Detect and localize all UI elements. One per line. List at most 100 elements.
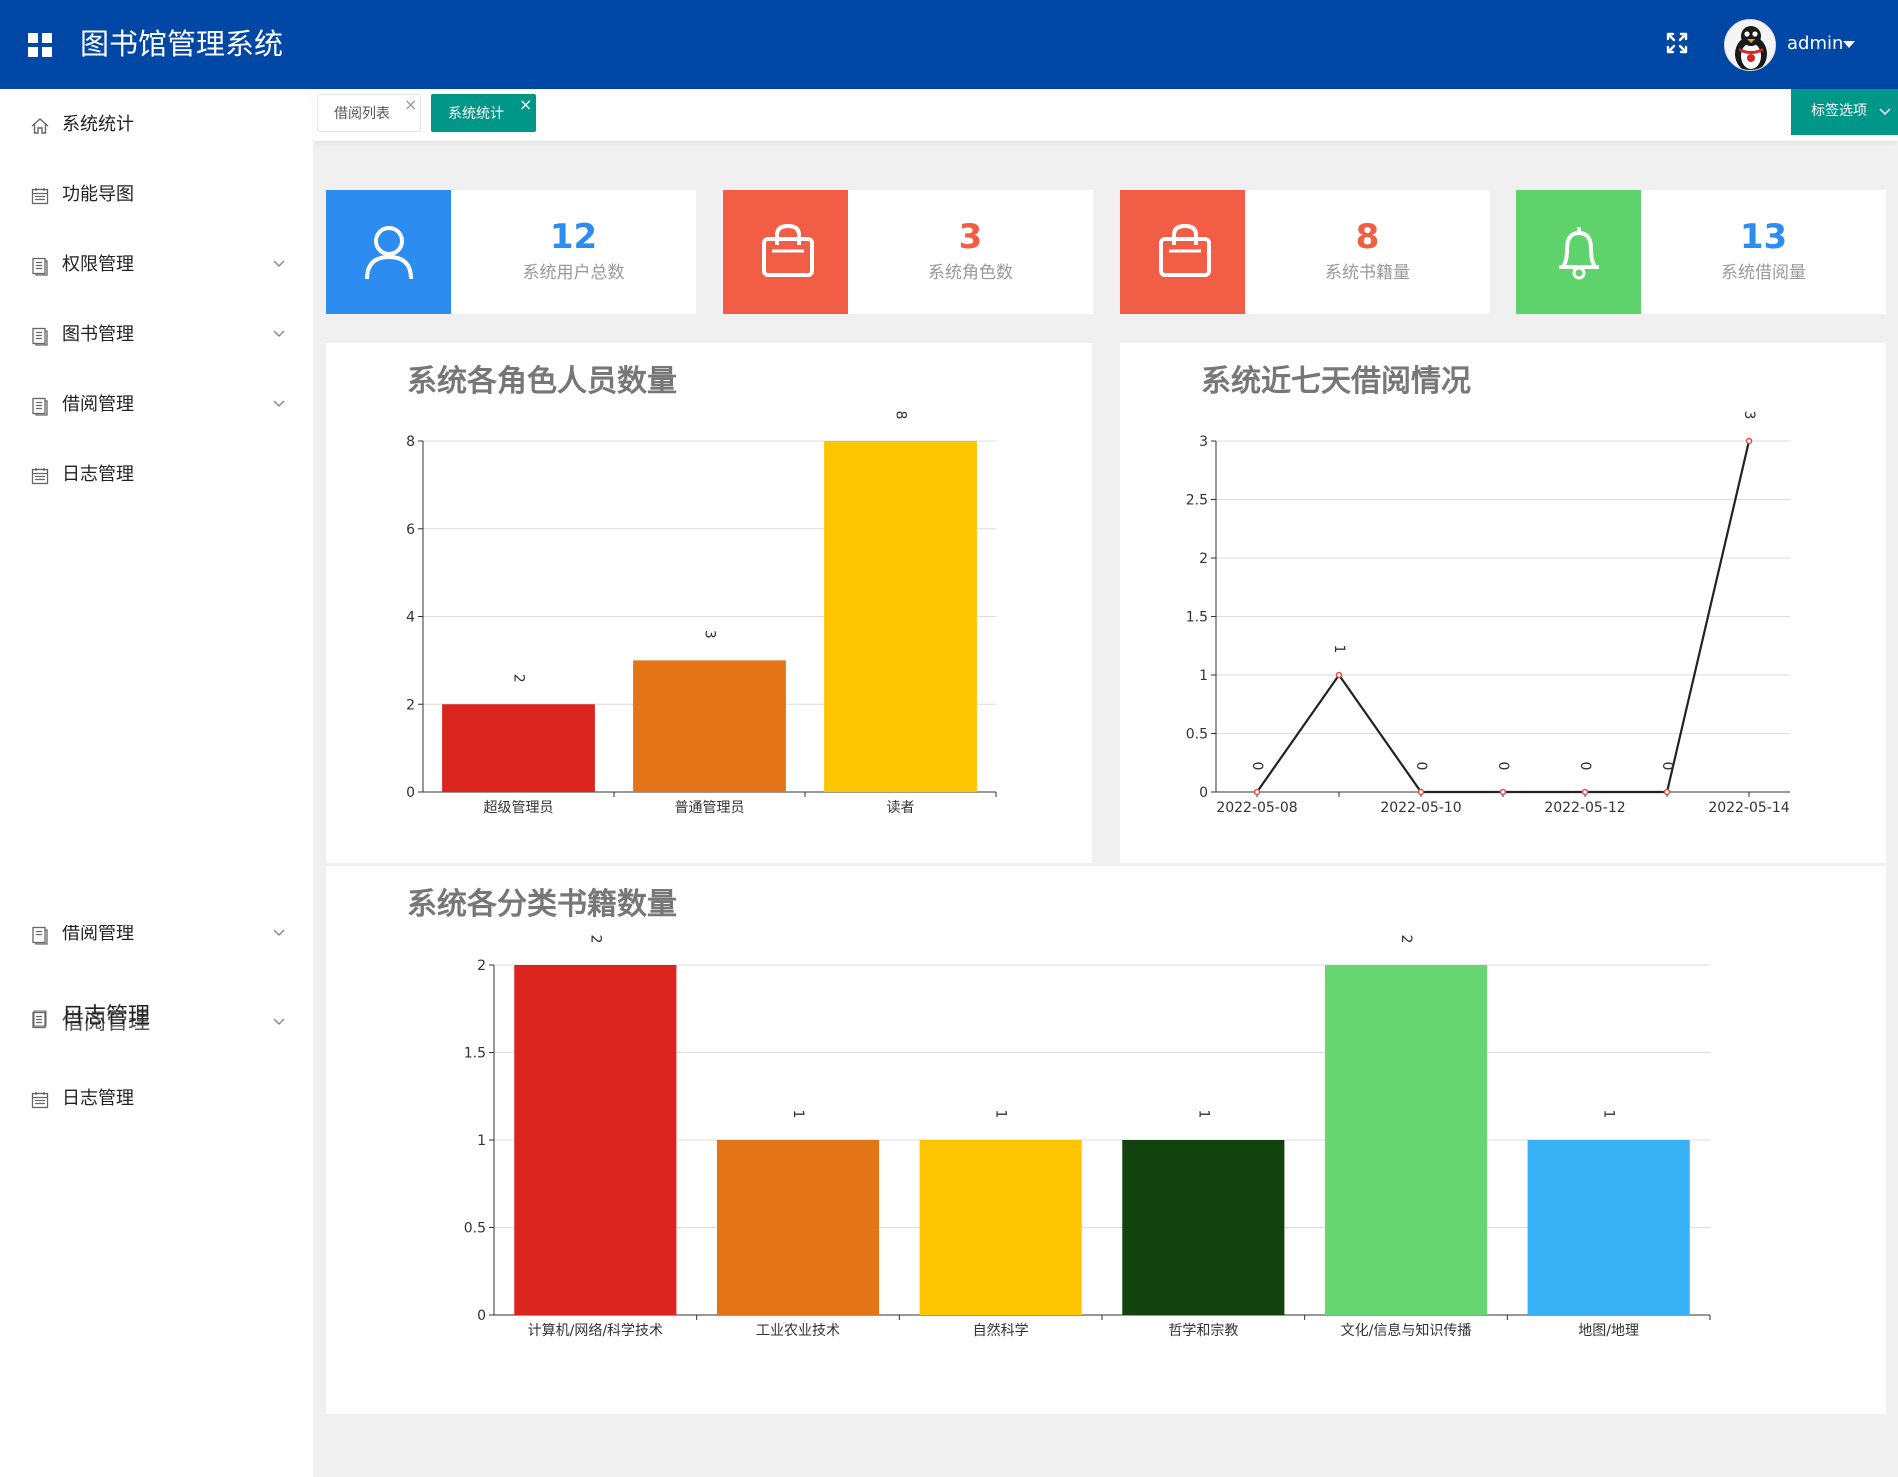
y-tick-label: 0 xyxy=(477,1308,486,1324)
shopping-bag-icon xyxy=(1159,223,1211,277)
shopping-bag-icon xyxy=(762,223,814,277)
stat-card-books: 8 系统书籍量 xyxy=(1120,190,1490,314)
y-tick-label: 4 xyxy=(406,610,415,626)
sidebar-item-permissions[interactable]: 权限管理 xyxy=(0,240,313,290)
data-point xyxy=(1335,671,1343,679)
y-tick-label: 1.5 xyxy=(1186,610,1208,626)
data-point xyxy=(1663,788,1671,796)
y-tick-label: 6 xyxy=(406,522,415,538)
x-tick-label: 2022-05-08 xyxy=(1216,800,1297,816)
data-label: 2 xyxy=(587,935,603,944)
top-header: 图书馆管理系统 admin xyxy=(0,0,1898,89)
sidebar-item-label: 借阅管理 xyxy=(62,925,134,944)
bar xyxy=(633,660,786,792)
bar xyxy=(824,441,977,792)
stat-label: 系统用户总数 xyxy=(522,263,625,283)
y-tick-label: 0.5 xyxy=(1186,727,1208,743)
bar xyxy=(442,704,595,792)
y-tick-label: 2.5 xyxy=(1186,493,1208,509)
chevron-down-icon xyxy=(273,400,285,407)
sidebar-item-statistics[interactable]: 系统统计 xyxy=(0,100,313,150)
stat-value: 8 xyxy=(1355,217,1380,257)
x-tick-label: 地图/地理 xyxy=(1578,1323,1639,1339)
sidebar-item-books[interactable]: 图书管理 xyxy=(0,310,313,360)
calendar-icon xyxy=(31,468,49,485)
stat-card-roles: 3 系统角色数 xyxy=(723,190,1093,314)
y-tick-label: 0.5 xyxy=(464,1221,486,1237)
role-bar-chart: 0 2 4 6 8 超级管理员 2 普通管理员 3 读者 8 xyxy=(406,411,997,816)
data-label: 2 xyxy=(511,674,527,683)
x-tick-label: 超级管理员 xyxy=(484,800,554,816)
tab-label: 借阅列表 xyxy=(334,106,390,122)
x-tick-label: 文化/信息与知识传播 xyxy=(1341,1322,1472,1339)
x-tick-label: 工业农业技术 xyxy=(756,1323,840,1339)
bar xyxy=(1324,965,1488,1315)
document-icon xyxy=(32,397,48,416)
fullscreen-icon[interactable] xyxy=(1664,30,1690,56)
user-name[interactable]: admin xyxy=(1787,33,1843,54)
menu-grid-icon[interactable] xyxy=(28,33,52,57)
panel-role-chart: 系统各角色人员数量 0 2 4 6 8 超级管理员 2 普通管理员 3 读者 8 xyxy=(326,343,1092,863)
calendar-icon xyxy=(31,188,49,205)
sidebar: 系统统计 功能导图 权限管理 图书管理 借阅管理 日志管理 借阅管理 日志管理 … xyxy=(0,89,313,1477)
tabs-bar: 借阅列表 × 系统统计 × xyxy=(313,89,1898,141)
y-tick-label: 0 xyxy=(1199,785,1208,801)
data-label: 3 xyxy=(702,630,718,639)
y-tick-label: 0 xyxy=(406,785,415,801)
sidebar-item-function-map[interactable]: 功能导图 xyxy=(0,170,313,220)
chevron-down-icon xyxy=(1879,108,1891,116)
stat-label: 系统角色数 xyxy=(928,263,1013,283)
data-label: 0 xyxy=(1413,762,1429,771)
data-label: 1 xyxy=(1601,1110,1617,1119)
data-point xyxy=(1417,788,1425,796)
close-icon[interactable]: × xyxy=(404,97,417,113)
tab-label: 系统统计 xyxy=(448,106,504,122)
category-bar-chart: 0 0.5 1 1.5 2 计算机/网络/科学技术 2 工业农业技术 1 自然科学 1 哲学和宗教 1 文… xyxy=(464,935,1711,1339)
stat-value: 3 xyxy=(958,217,983,257)
tab-options-label: 标签选项 xyxy=(1811,103,1867,119)
x-tick-label: 自然科学 xyxy=(973,1322,1029,1339)
data-point xyxy=(1581,788,1589,796)
tab-options-button[interactable]: 标签选项 xyxy=(1791,89,1898,135)
sidebar-item-label: 系统统计 xyxy=(62,114,134,135)
chevron-down-icon xyxy=(273,260,285,267)
caret-down-icon[interactable] xyxy=(1843,41,1855,48)
user-avatar[interactable] xyxy=(1724,19,1776,71)
stat-value: 12 xyxy=(549,217,598,257)
y-tick-label: 2 xyxy=(1199,551,1208,567)
tab-borrow-list[interactable]: 借阅列表 × xyxy=(317,94,421,132)
y-tick-label: 2 xyxy=(406,697,415,713)
panel-category-chart: 系统各分类书籍数量 0 0.5 1 1.5 2 计算机/网络/科学技术 2 工业农业技术 1 自然… xyxy=(326,866,1886,1414)
document-icon xyxy=(32,257,48,276)
close-icon[interactable]: × xyxy=(519,97,532,113)
bar xyxy=(514,965,677,1315)
bar xyxy=(919,1140,1082,1315)
sidebar-item-borrowing[interactable]: 借阅管理 xyxy=(0,380,313,430)
stat-label: 系统借阅量 xyxy=(1721,263,1806,283)
data-label: 8 xyxy=(893,411,909,420)
data-label: 3 xyxy=(1741,411,1757,420)
sidebar-item-label: 日志管理 xyxy=(62,464,134,485)
chevron-down-icon xyxy=(273,929,285,936)
stat-icon-box xyxy=(1120,190,1245,314)
penguin-avatar-icon xyxy=(1725,20,1775,70)
stat-label: 系统书籍量 xyxy=(1325,263,1410,283)
stat-value: 13 xyxy=(1739,217,1788,257)
x-tick-label: 读者 xyxy=(887,799,915,816)
data-point xyxy=(1253,788,1261,796)
sidebar-item-logs[interactable]: 日志管理 xyxy=(0,450,313,500)
panel-borrow-trend: 系统近七天借阅情况 0 0.5 1 1.5 2 2.5 3 2022-05-08 2022-05… xyxy=(1120,343,1886,863)
data-point xyxy=(1745,437,1753,445)
bell-icon xyxy=(1559,227,1599,280)
home-icon xyxy=(31,118,49,134)
bar xyxy=(716,1140,880,1315)
data-label: 0 xyxy=(1659,762,1675,771)
document-icon xyxy=(32,926,48,945)
sidebar-ghost-item-logs-bottom: 日志管理 xyxy=(0,1074,313,1124)
y-tick-label: 8 xyxy=(406,434,415,450)
stat-icon-box xyxy=(723,190,848,314)
sidebar-ghost-item-borrowing: 借阅管理 xyxy=(0,925,313,955)
sidebar-item-label: 图书管理 xyxy=(62,324,134,345)
sidebar-item-label: 权限管理 xyxy=(62,254,134,275)
tab-statistics[interactable]: 系统统计 × xyxy=(431,94,536,132)
